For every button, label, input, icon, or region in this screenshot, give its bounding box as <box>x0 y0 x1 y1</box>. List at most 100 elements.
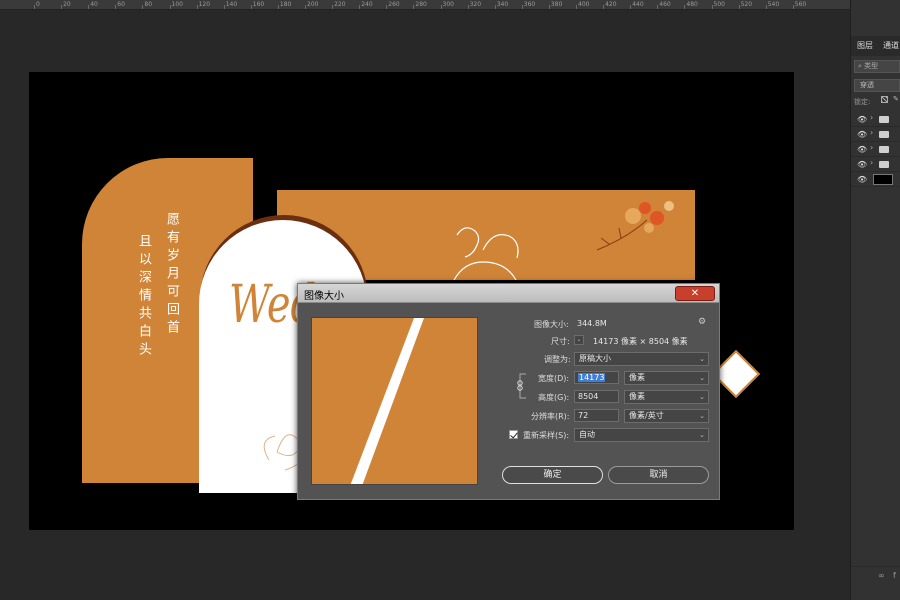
image-size-value: 344.8M <box>577 319 607 328</box>
tab-channels[interactable]: 通道 <box>883 40 899 51</box>
ruler-tick-label: 420 <box>605 1 617 8</box>
vertical-text-right: 愿有岁月可回首 <box>164 212 179 338</box>
chevron-down-icon: ⌄ <box>699 412 705 420</box>
ruler-tick <box>305 5 306 9</box>
lock-transparency-icon[interactable] <box>881 96 888 103</box>
close-icon: ✕ <box>690 288 700 299</box>
link-layers-icon[interactable]: ∞ <box>878 571 885 580</box>
resolution-input[interactable]: 72 <box>574 409 619 422</box>
dimensions-unit-dropdown[interactable]: ⌄ <box>574 335 584 345</box>
height-input[interactable]: 8504 <box>574 390 619 403</box>
ruler-tick-label: 120 <box>198 1 211 8</box>
resolution-label: 分辨率(R): <box>531 412 570 421</box>
dialog-title: 图像大小 <box>304 291 344 302</box>
image-size-dialog: 图像大小 ✕ 图像大小: 344.8M ⚙ 尺寸: ⌄ 14173 像素 × 8… <box>297 283 720 500</box>
ruler-tick-label: 0 <box>36 1 40 8</box>
ruler-tick-label: 500 <box>713 1 725 8</box>
ruler-tick-label: 300 <box>442 1 454 8</box>
width-input[interactable]: 14173 <box>574 371 619 384</box>
ruler-tick-label: 240 <box>361 1 373 8</box>
ruler-tick-label: 200 <box>307 1 319 8</box>
ruler-tick-label: 400 <box>578 1 590 8</box>
ruler-tick <box>250 5 252 9</box>
ruler-tick <box>196 5 198 9</box>
resample-label: 重新采样(S): <box>523 431 570 440</box>
close-button[interactable]: ✕ <box>675 286 715 301</box>
width-unit-dropdown[interactable]: 像素 ⌄ <box>624 371 709 385</box>
ruler-tick <box>61 5 63 9</box>
ruler-tick-label: 60 <box>117 1 125 8</box>
chevron-right-icon[interactable]: › <box>870 113 873 122</box>
height-unit-dropdown[interactable]: 像素 ⌄ <box>624 390 709 404</box>
layer-search-input[interactable]: ⌕ 类型 <box>854 60 900 73</box>
ruler-tick <box>142 5 144 9</box>
ruler-tick-label: 560 <box>794 1 807 8</box>
fit-to-dropdown[interactable]: 原稿大小 ⌄ <box>574 352 709 366</box>
link-constraint-icon[interactable] <box>516 372 528 400</box>
resolution-unit-dropdown[interactable]: 像素/英寸 ⌄ <box>624 409 709 423</box>
eye-icon[interactable]: 👁 <box>857 130 867 139</box>
preview-stroke <box>350 318 424 484</box>
ruler-tick-label: 220 <box>334 1 346 8</box>
folder-icon <box>879 146 889 153</box>
resample-dropdown[interactable]: 自动 ⌄ <box>574 428 709 442</box>
layer-row[interactable]: 👁 › <box>851 157 900 172</box>
ruler-tick <box>765 5 767 9</box>
fit-to-value: 原稿大小 <box>579 354 611 363</box>
layer-row[interactable]: 👁 › <box>851 142 900 157</box>
cancel-button[interactable]: 取消 <box>608 466 709 484</box>
blend-mode-dropdown[interactable]: 穿透 <box>854 79 900 92</box>
ruler-tick <box>711 5 713 9</box>
width-unit-value: 像素 <box>629 373 645 382</box>
ruler-tick <box>169 5 171 9</box>
ok-button[interactable]: 确定 <box>502 466 603 484</box>
eye-icon[interactable]: 👁 <box>857 175 867 184</box>
width-label: 宽度(D): <box>538 374 570 383</box>
ruler-tick-label: 160 <box>252 1 265 8</box>
ruler-tick-label: 340 <box>496 1 509 8</box>
ruler-tick <box>467 5 469 9</box>
layer-row[interactable]: 👁 <box>851 172 900 187</box>
brush-icon[interactable]: ✎ <box>893 95 899 103</box>
layer-row[interactable]: 👁 › <box>851 127 900 142</box>
ruler-tick <box>359 5 361 9</box>
chevron-right-icon[interactable]: › <box>870 128 873 137</box>
resample-value: 自动 <box>579 430 595 439</box>
image-preview[interactable] <box>311 317 478 485</box>
tab-layers[interactable]: 图层 <box>857 40 873 51</box>
chevron-right-icon[interactable]: › <box>870 143 873 152</box>
ruler-tick <box>494 5 496 9</box>
folder-icon <box>879 131 889 138</box>
eye-icon[interactable]: 👁 <box>857 145 867 154</box>
ruler-tick-label: 520 <box>740 1 753 8</box>
resolution-value: 72 <box>578 411 589 420</box>
ruler-tick <box>413 5 415 9</box>
ruler-tick-label: 280 <box>415 1 427 8</box>
chevron-right-icon[interactable]: › <box>870 158 873 167</box>
panel-footer: ∞ f <box>851 566 900 586</box>
layer-row[interactable]: 👁 › <box>851 112 900 127</box>
ruler-tick-label: 100 <box>171 1 183 8</box>
ruler-tick <box>332 5 334 9</box>
eye-icon[interactable]: 👁 <box>857 115 867 124</box>
ruler-tick-label: 460 <box>659 1 671 8</box>
ruler-tick-label: 320 <box>469 1 482 8</box>
ruler-tick <box>603 5 605 9</box>
ruler-tick <box>630 5 632 9</box>
gear-icon[interactable]: ⚙ <box>698 317 706 327</box>
ruler-tick-label: 480 <box>686 1 698 8</box>
ruler-tick-label: 180 <box>279 1 292 8</box>
ruler-tick <box>684 5 686 9</box>
height-value: 8504 <box>578 392 599 401</box>
panel-tabs: 图层 通道 <box>851 36 900 56</box>
ruler-tick-label: 380 <box>550 1 563 8</box>
resample-checkbox[interactable] <box>509 430 518 439</box>
ruler-tick <box>738 5 740 9</box>
fx-icon[interactable]: f <box>893 571 896 580</box>
eye-icon[interactable]: 👁 <box>857 160 867 169</box>
dialog-titlebar[interactable]: 图像大小 ✕ <box>298 284 719 303</box>
height-label: 高度(G): <box>538 393 570 402</box>
ruler-tick <box>792 5 794 9</box>
layer-search-placeholder: 类型 <box>864 62 879 70</box>
top-ruler: 0 20 40 60 80 100 120 140 160 180 200 220 240 260 280 3… <box>0 0 850 10</box>
